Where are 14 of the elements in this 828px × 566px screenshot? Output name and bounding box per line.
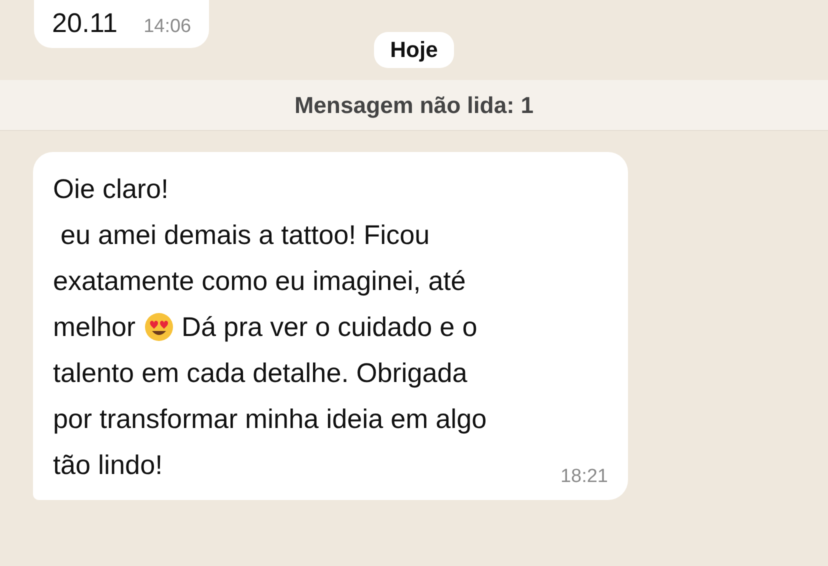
message-time: 18:21 xyxy=(560,466,608,488)
message-text: eu amei demais a tattoo! Ficou xyxy=(60,220,430,250)
message-time: 14:06 xyxy=(144,16,192,38)
message-text: 20.11 xyxy=(52,8,118,38)
message-text: exatamente como eu imaginei, até xyxy=(53,266,466,296)
message-text: melhor xyxy=(53,312,136,342)
message-text: tão lindo! xyxy=(53,450,163,480)
date-divider: Hoje xyxy=(374,32,454,68)
message-text: Oie claro! xyxy=(53,174,169,204)
message-text: talento em cada detalhe. Obrigada xyxy=(53,358,468,388)
heart-eyes-emoji-icon xyxy=(144,312,174,342)
unread-label: Mensagem não lida: 1 xyxy=(294,92,534,118)
message-text: Dá pra ver o cuidado e o xyxy=(182,312,478,342)
message-text: por transformar minha ideia em algo xyxy=(53,404,487,434)
